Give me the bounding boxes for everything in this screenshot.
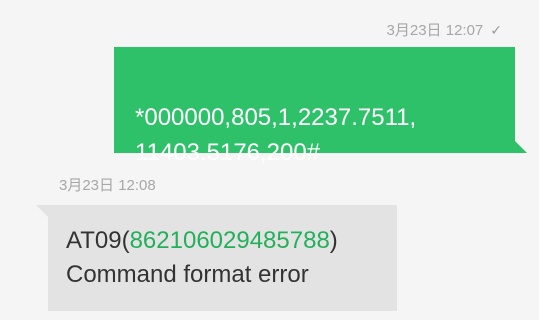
check-icon: ✓ [490,22,502,38]
incoming-timestamp: 3月23日 12:08 [59,177,156,194]
outgoing-message-bubble[interactable]: *000000,805,1,2237.7511, 11403.5176,200# [114,47,527,166]
incoming-message-line-1: AT09(862106029485788) [66,224,382,258]
incoming-message-bubble[interactable]: AT09(862106029485788) Command format err… [36,205,397,311]
phone-number-link[interactable]: 862106029485788 [130,227,330,254]
outgoing-message-text: *000000,805,1,2237.7511, 11403.5176,200# [135,104,417,166]
outgoing-timestamp: 3月23日 12:07 [386,22,484,39]
incoming-message-prefix: AT09( [66,227,130,254]
conversation-view: 3月23日 12:07 ✓ *000000,805,1,2237.7511, 11… [0,0,539,320]
incoming-message-suffix: ) [329,227,338,254]
outgoing-message-meta: 3月23日 12:07 ✓ [387,21,502,40]
incoming-message-line-2: Command format error [66,261,309,288]
incoming-message-meta: 3月23日 12:08 [59,177,156,195]
